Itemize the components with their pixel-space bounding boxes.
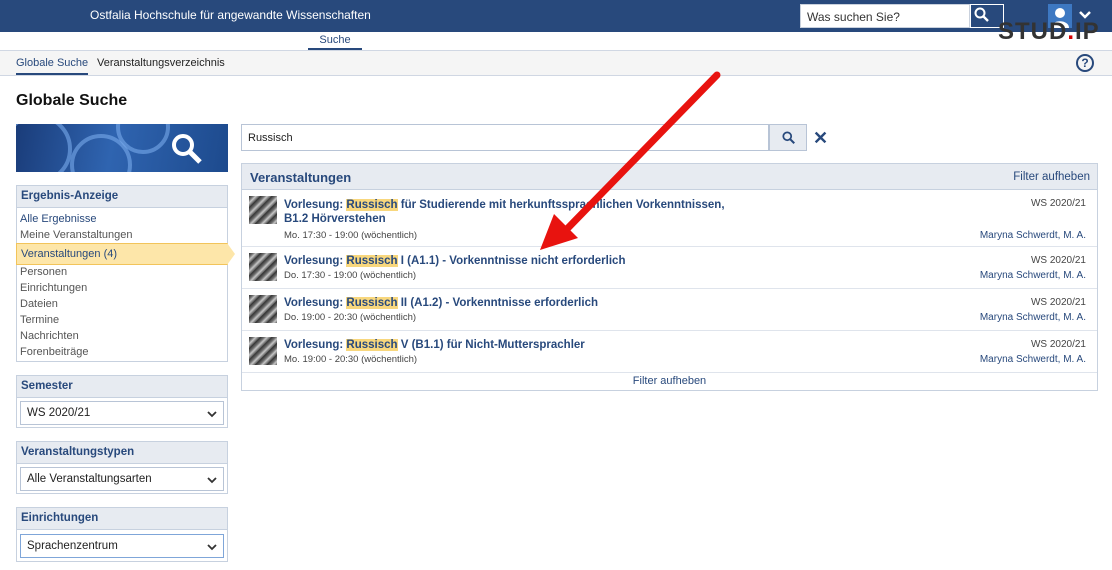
annotation-arrow-shaft: [562, 71, 721, 234]
annotation-arrow: [540, 71, 721, 250]
